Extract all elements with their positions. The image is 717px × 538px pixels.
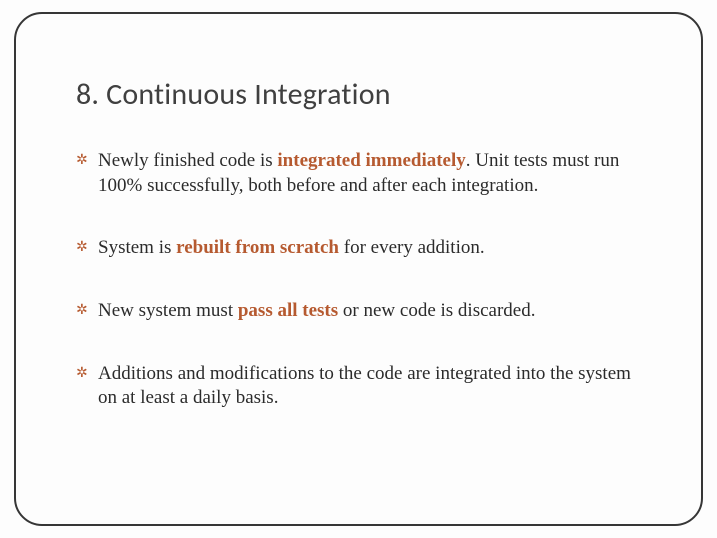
slide-content: 8. Continuous Integration Newly finished… [76,76,645,449]
bullet-accent: rebuilt from scratch [176,237,339,258]
list-item: New system must pass all tests or new co… [76,299,645,324]
bullet-text-pre: Additions and modifications to the code … [98,363,631,409]
bullet-text-pre: New system must [98,300,238,321]
bullet-text-post: for every addition. [339,237,485,258]
bullet-accent: integrated immediately [277,150,465,171]
bullet-list: Newly finished code is integrated immedi… [76,149,645,411]
list-item: Additions and modifications to the code … [76,362,645,411]
bullet-text-post: or new code is discarded. [338,300,535,321]
bullet-text-pre: Newly finished code is [98,150,277,171]
slide-title: 8. Continuous Integration [76,76,645,113]
bullet-accent: pass all tests [238,300,338,321]
slide-frame: 8. Continuous Integration Newly finished… [14,12,703,526]
list-item: System is rebuilt from scratch for every… [76,236,645,261]
bullet-text-pre: System is [98,237,176,258]
list-item: Newly finished code is integrated immedi… [76,149,645,198]
